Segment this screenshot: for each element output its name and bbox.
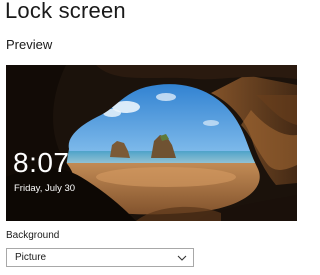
background-dropdown[interactable]: Picture — [6, 248, 194, 267]
lock-screen-settings-page: Lock screen Preview 8:07 Friday, July 30… — [0, 0, 300, 275]
lock-screen-date: Friday, July 30 — [14, 183, 76, 194]
chevron-down-icon — [177, 255, 187, 261]
page-title: Lock screen — [5, 0, 126, 23]
preview-heading: Preview — [6, 37, 53, 52]
background-dropdown-value: Picture — [15, 252, 47, 263]
lock-screen-time: 8:07 — [13, 147, 70, 178]
lock-screen-preview: 8:07 Friday, July 30 — [6, 65, 297, 221]
cave-beach-image — [6, 65, 297, 221]
background-label: Background — [6, 230, 60, 241]
